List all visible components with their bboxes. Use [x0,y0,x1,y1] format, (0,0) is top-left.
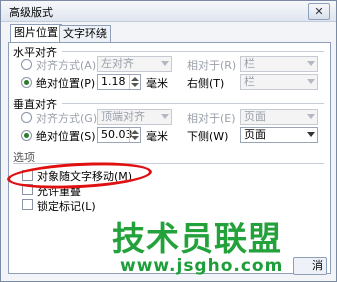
horizontal-absolute-label: 绝对位置(P) [36,77,96,90]
vertical-below-label: 下侧(W) [187,130,229,143]
vertical-relative-value: 页面 [244,110,266,123]
horizontal-absolute-radio[interactable] [21,77,32,88]
vertical-below-value: 页面 [244,128,266,141]
vertical-unit-label: 毫米 [146,130,168,143]
vertical-below-select[interactable]: 页面 [240,127,318,143]
horizontal-align-value: 左对齐 [101,57,134,70]
chevron-down-icon [161,61,169,66]
horizontal-right-of-select[interactable]: 栏 [240,74,318,90]
horizontal-relative-label: 相对于(R) [187,59,237,72]
vertical-divider [62,103,324,104]
chevron-down-icon [307,61,315,66]
spin-buttons[interactable] [129,128,140,142]
horizontal-unit-label: 毫米 [146,77,168,90]
vertical-absolute-label: 绝对位置(S) [36,130,96,143]
dialog-title: 高级版式 [9,6,53,19]
horizontal-right-of-value: 栏 [244,75,255,88]
horizontal-align-label: 对齐方式(A) [36,59,97,72]
horizontal-right-of-label: 右侧(T) [187,77,225,90]
watermark-logo-text: 技术员联盟 [112,219,282,258]
horizontal-absolute-input[interactable]: 1.18 [97,74,141,90]
title-bar: 高级版式 ✕ [1,1,336,22]
close-icon: ✕ [314,5,324,18]
vertical-align-radio[interactable] [21,112,32,123]
watermark: 技术员联盟 www.jsgho.com [112,212,337,282]
chevron-down-icon [307,79,315,84]
spin-buttons[interactable] [129,75,140,89]
vertical-absolute-input[interactable]: 50.03 [97,127,141,143]
arrow-up-icon [131,77,139,81]
horizontal-divider [62,51,324,52]
horizontal-absolute-value: 1.18 [101,75,126,88]
horizontal-align-radio[interactable] [21,59,32,70]
vertical-absolute-value: 50.03 [101,128,133,141]
tab-text-wrapping[interactable]: 文字环绕 [59,25,111,42]
vertical-relative-select[interactable]: 页面 [240,109,318,125]
chevron-down-icon [307,132,315,137]
vertical-absolute-radio[interactable] [21,130,32,141]
chevron-down-icon [161,114,169,119]
watermark-url: www.jsgho.com [120,256,284,276]
horizontal-relative-value: 栏 [244,57,255,70]
vertical-relative-label: 相对于(E) [187,112,236,125]
close-button[interactable]: ✕ [308,3,330,20]
chevron-down-icon [307,114,315,119]
tab-picture-position[interactable]: 图片位置 [10,24,62,43]
vertical-align-value: 顶端对齐 [101,110,145,123]
vertical-align-label: 对齐方式(G) [36,112,98,125]
arrow-up-icon [131,130,139,134]
lock-anchor-label: 锁定标记(L) [37,200,96,213]
arrow-down-icon [131,83,139,87]
lock-anchor-checkbox[interactable] [22,199,33,210]
horizontal-relative-select[interactable]: 栏 [240,56,318,72]
vertical-align-select[interactable]: 顶端对齐 [97,109,172,125]
arrow-down-icon [131,136,139,140]
horizontal-align-select[interactable]: 左对齐 [97,56,172,72]
